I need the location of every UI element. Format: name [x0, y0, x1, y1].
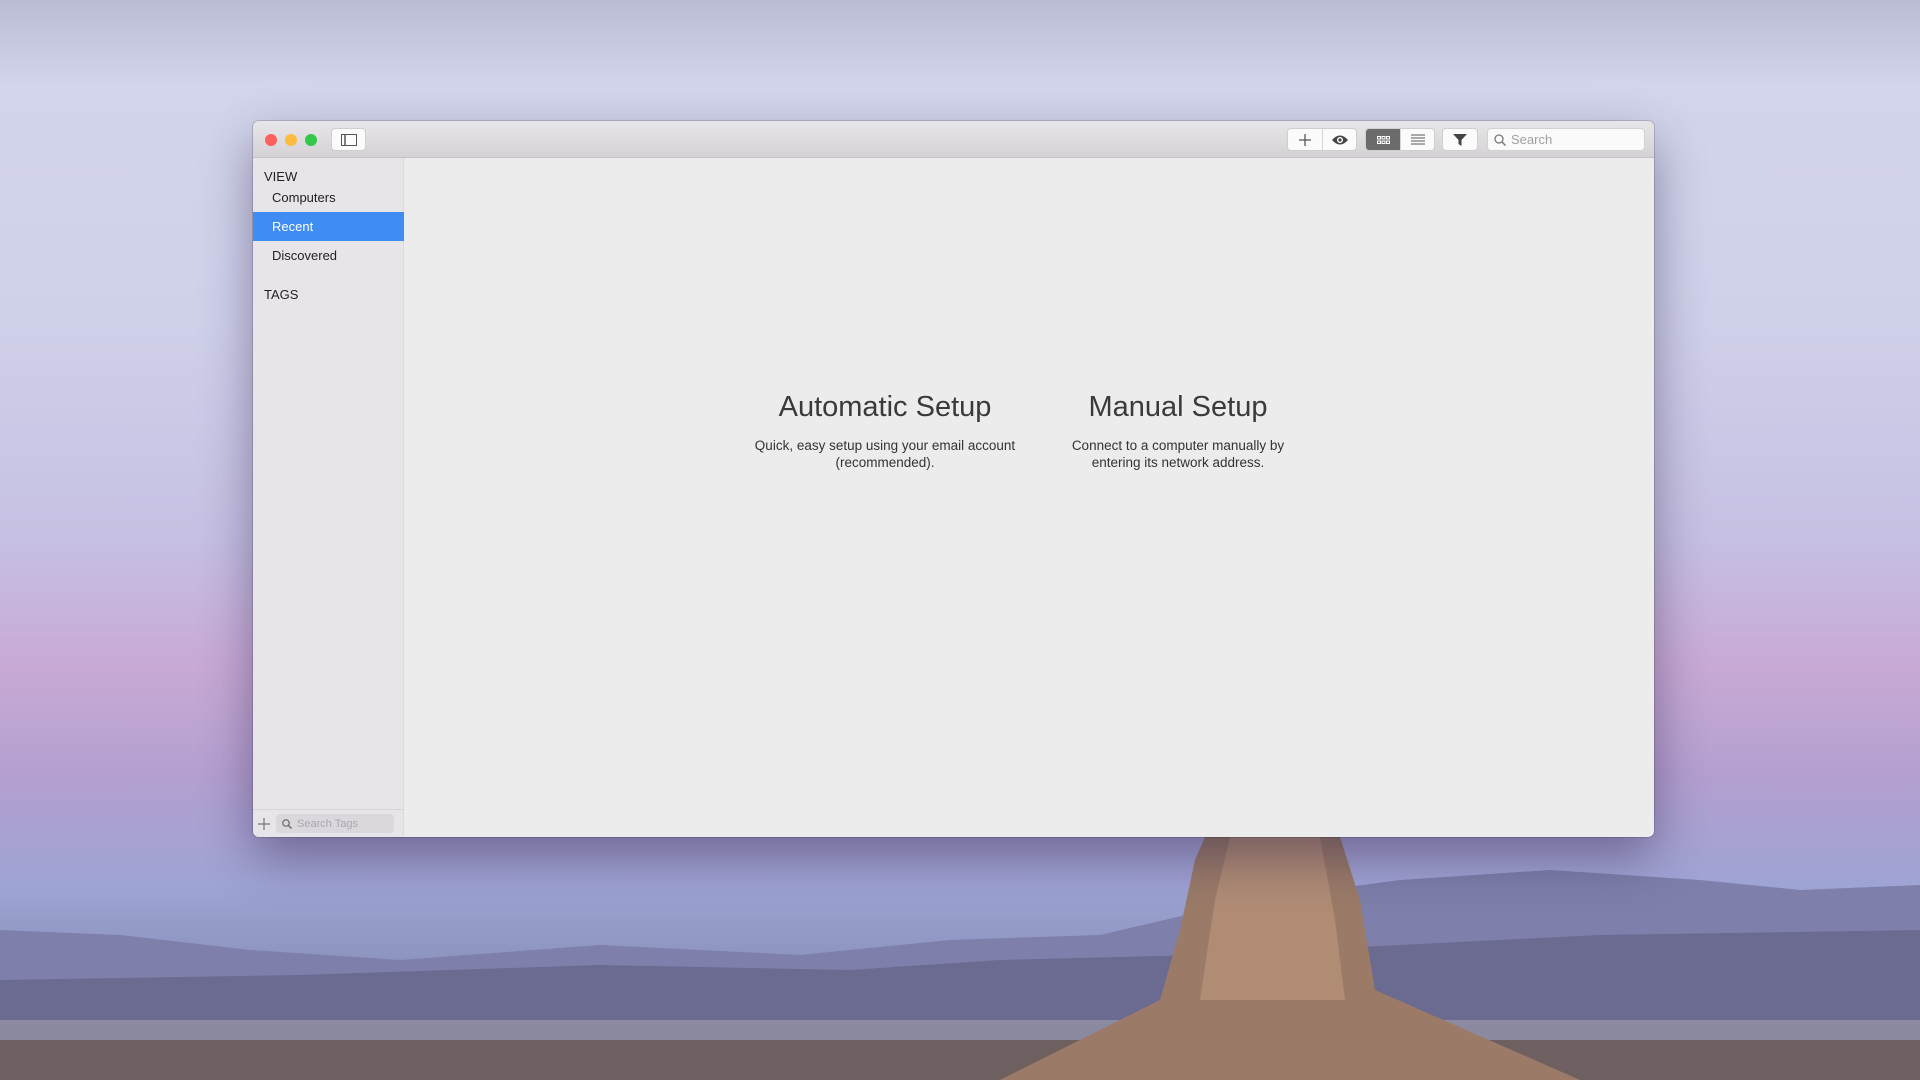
search-icon: [1494, 133, 1506, 146]
sidebar-footer: Search Tags: [253, 809, 404, 837]
manual-setup-title: Manual Setup: [1088, 391, 1268, 423]
add-view-group: [1287, 128, 1357, 151]
list-view-button[interactable]: [1400, 129, 1434, 150]
grid-view-button[interactable]: [1366, 129, 1400, 150]
zoom-button[interactable]: [305, 134, 317, 146]
filter-icon: [1453, 133, 1467, 146]
automatic-setup-title: Automatic Setup: [778, 391, 992, 423]
tag-search-placeholder: Search Tags: [297, 817, 358, 830]
manual-setup-option[interactable]: Manual Setup Connect to a computer manua…: [1072, 391, 1284, 471]
automatic-setup-option[interactable]: Automatic Setup Quick, easy setup using …: [755, 391, 1015, 471]
tag-search-input[interactable]: Search Tags: [276, 814, 394, 833]
eye-icon: [1331, 135, 1348, 144]
tags-section-header: TAGS: [264, 287, 299, 302]
search-placeholder: Search: [1511, 132, 1553, 147]
automatic-setup-desc-line2: (recommended).: [835, 455, 935, 470]
sidebar-item-recent[interactable]: Recent: [253, 212, 404, 241]
preview-button[interactable]: [1322, 129, 1356, 150]
minimize-button[interactable]: [285, 134, 297, 146]
filter-button[interactable]: [1442, 128, 1478, 151]
manual-setup-desc-line2: entering its network address.: [1091, 455, 1265, 470]
app-window: Search VIEW Computers Recent Discovered …: [253, 121, 1654, 837]
sidebar-item-computers[interactable]: Computers: [253, 183, 404, 212]
add-tag-button[interactable]: [258, 817, 270, 830]
add-button[interactable]: [1288, 129, 1322, 150]
close-button[interactable]: [265, 134, 277, 146]
automatic-setup-desc-line1: Quick, easy setup using your email accou…: [754, 438, 1016, 453]
title-bar: Search: [253, 121, 1654, 158]
sidebar-icon: [340, 133, 357, 146]
view-mode-group: [1365, 128, 1435, 151]
search-input[interactable]: Search: [1487, 128, 1645, 151]
toggle-sidebar-button[interactable]: [331, 128, 366, 151]
manual-setup-desc-line1: Connect to a computer manually by: [1071, 438, 1285, 453]
search-icon: [282, 818, 292, 829]
sidebar: VIEW Computers Recent Discovered TAGS Se…: [253, 158, 404, 837]
sidebar-item-discovered[interactable]: Discovered: [253, 241, 404, 270]
plus-icon: [1299, 133, 1311, 146]
view-section-header: VIEW: [264, 169, 298, 184]
list-icon: [1410, 134, 1425, 145]
grid-icon: [1376, 135, 1390, 144]
